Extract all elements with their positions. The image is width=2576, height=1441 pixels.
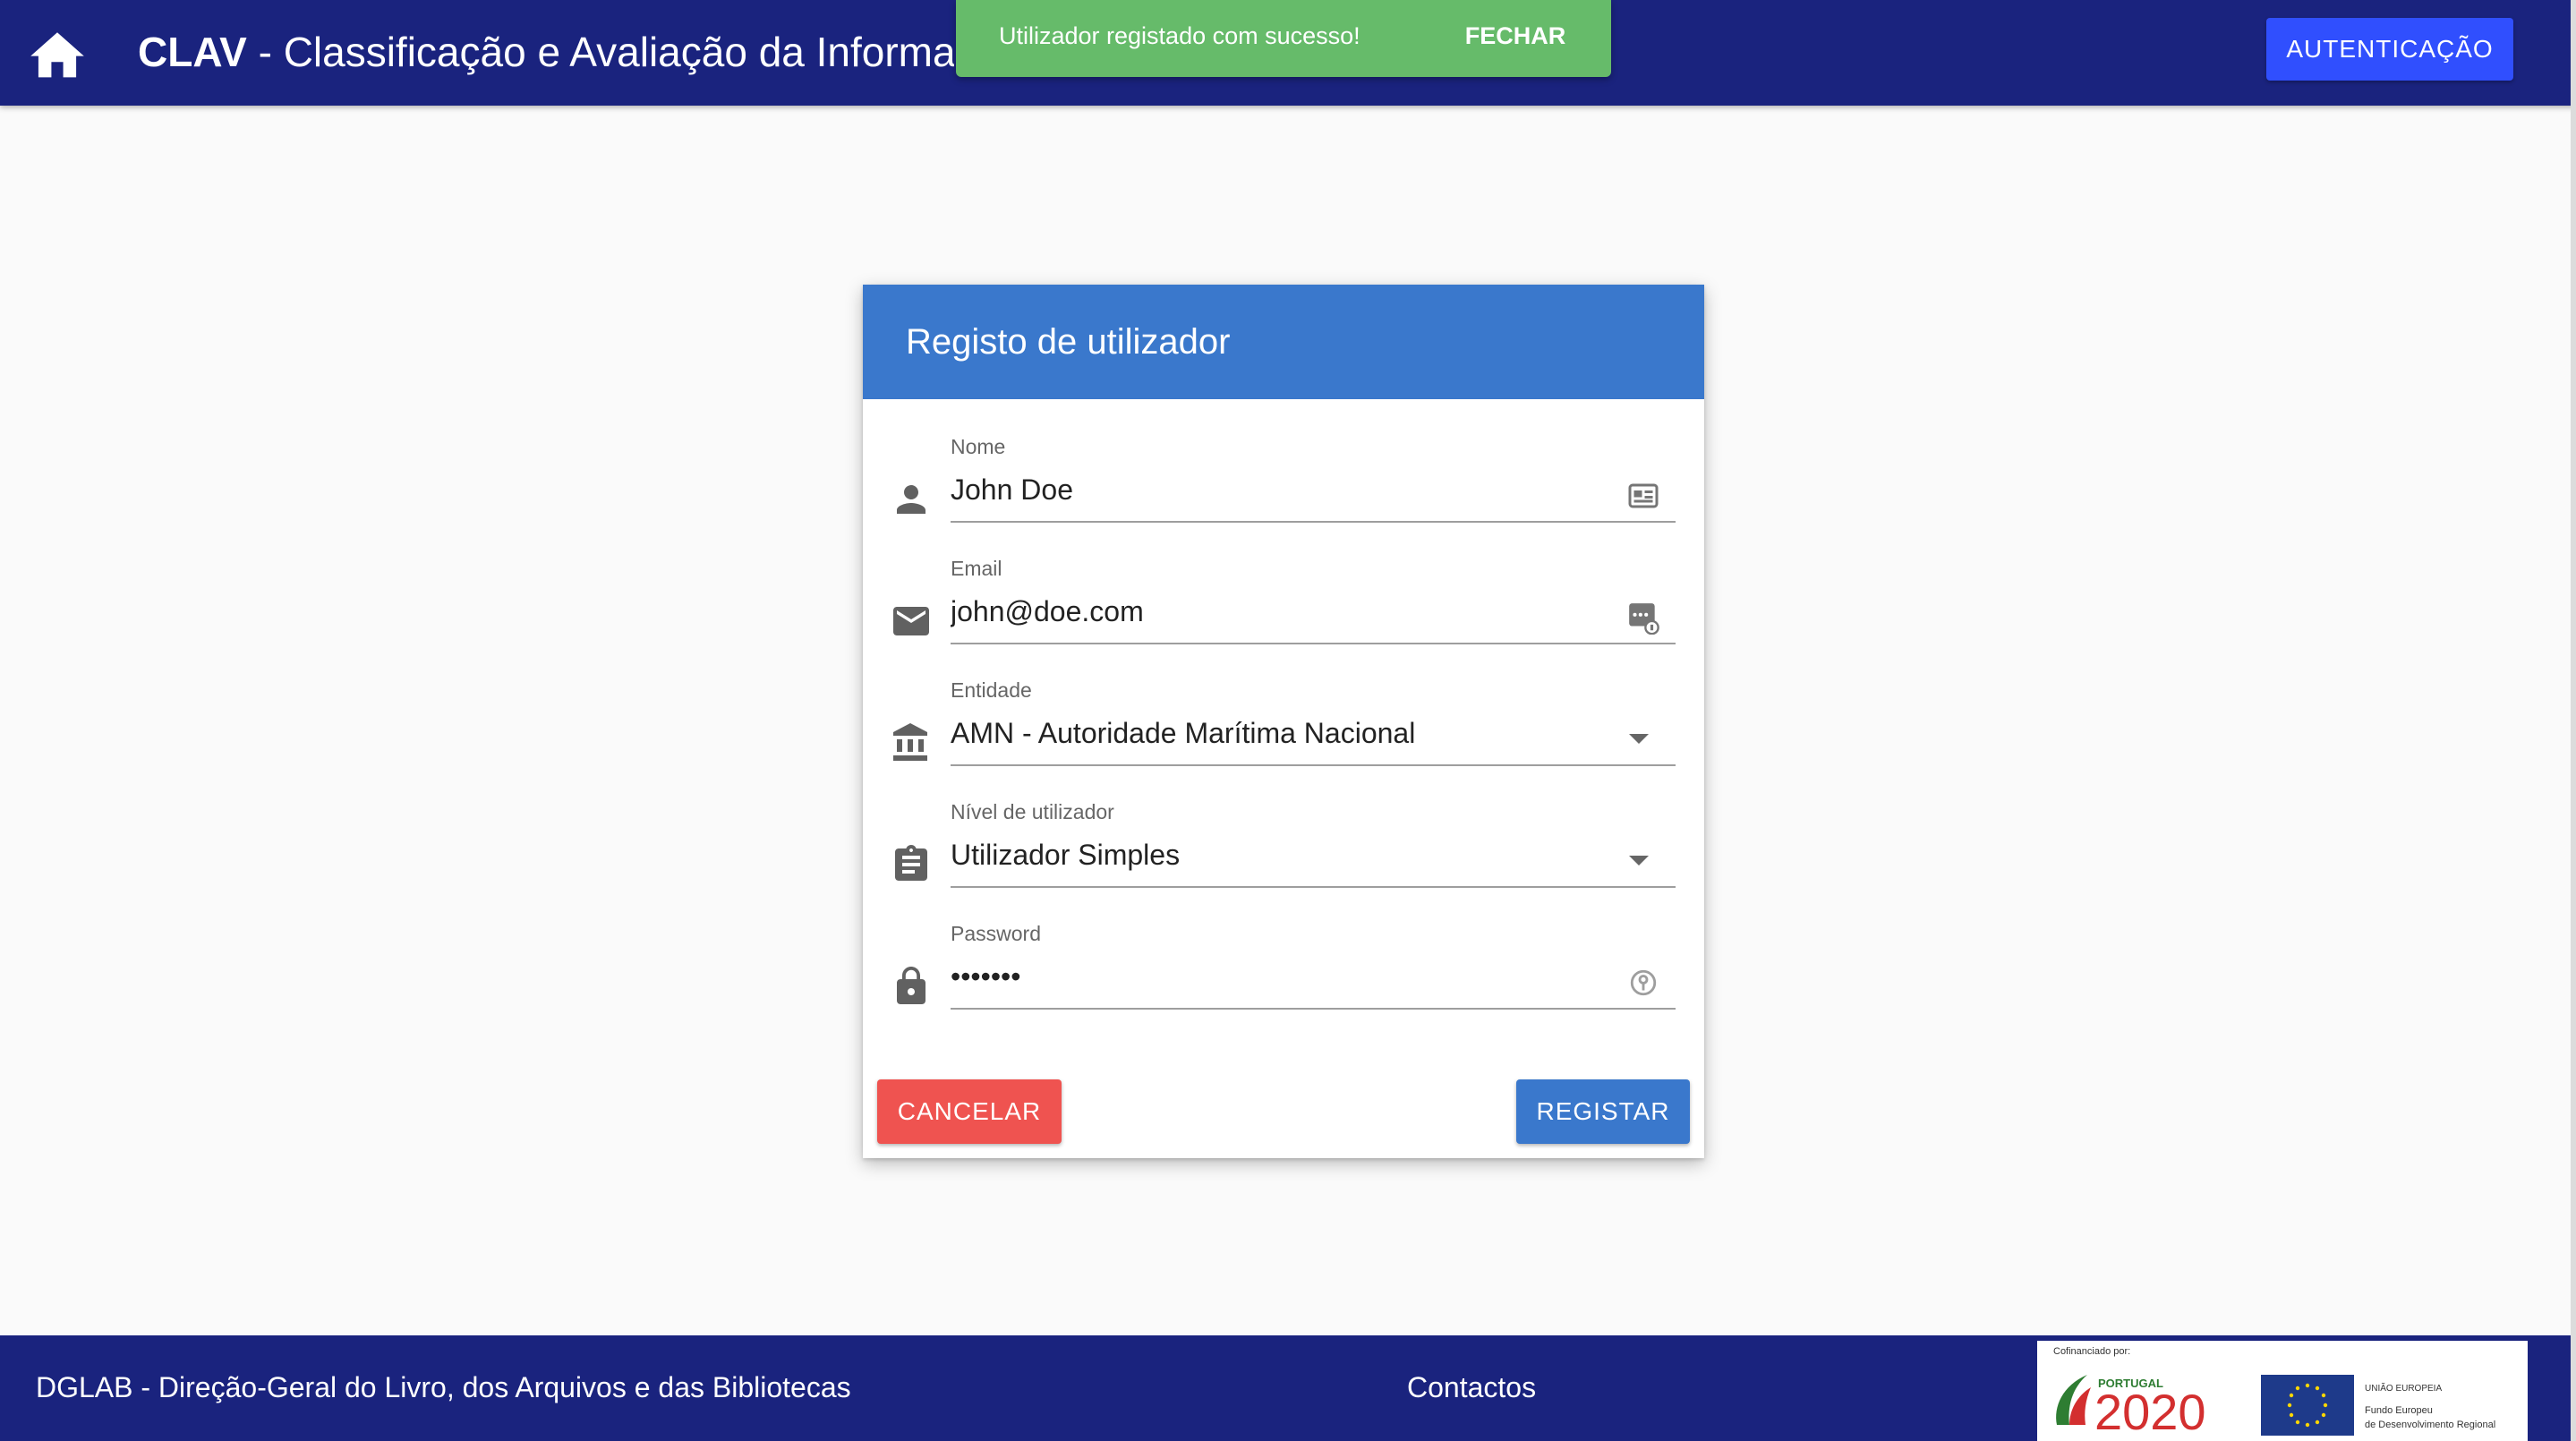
contact-card-icon <box>1628 483 1659 508</box>
password-input[interactable] <box>951 954 1613 999</box>
fund-line1: Fundo Europeu <box>2365 1405 2433 1416</box>
fund-line2: de Desenvolvimento Regional <box>2365 1420 2496 1430</box>
name-label: Nome <box>951 435 1006 458</box>
home-icon <box>30 32 84 78</box>
scrollbar[interactable] <box>2571 0 2576 1441</box>
lock-icon <box>897 967 925 1004</box>
contact-card-button[interactable] <box>1625 478 1661 514</box>
cancel-button[interactable]: CANCELAR <box>877 1079 1062 1144</box>
entity-field[interactable]: Entidade <box>863 675 1704 782</box>
registration-card: Registo de utilizador Nome Email <box>863 285 1704 1158</box>
person-icon <box>897 485 925 514</box>
clipboard-icon <box>895 845 927 881</box>
name-input[interactable] <box>951 467 1613 512</box>
key-icon <box>1630 969 1657 996</box>
entity-underline <box>951 764 1676 766</box>
user-level-field[interactable]: Nível de utilizador <box>863 797 1704 904</box>
bank-icon <box>893 723 927 761</box>
password-label: Password <box>951 922 1041 945</box>
entity-select[interactable] <box>951 711 1613 755</box>
app-title-rest: - Classificação e Avaliação da Informaçã… <box>258 29 954 75</box>
mail-icon <box>893 607 929 635</box>
cofinanced-label: Cofinanciado por: <box>2053 1346 2131 1357</box>
year-2020-label: 2020 <box>2094 1384 2206 1440</box>
email-input[interactable] <box>951 589 1613 634</box>
card-title: Registo de utilizador <box>906 322 1231 362</box>
email-label: Email <box>951 557 1002 580</box>
sponsor-logos: Cofinanciado por: PORTUGAL 2020 UNIÃO EU… <box>2037 1341 2528 1441</box>
chevron-down-icon[interactable] <box>1629 734 1649 744</box>
user-level-select[interactable] <box>951 832 1613 877</box>
snackbar-close-button[interactable]: FECHAR <box>1439 9 1591 63</box>
name-field: Nome <box>863 431 1704 539</box>
password-underline <box>951 1008 1676 1010</box>
footer: DGLAB - Direção-Geral do Livro, dos Arqu… <box>0 1335 2576 1441</box>
success-snackbar: Utilizador registado com sucesso! FECHAR <box>956 0 1611 77</box>
name-underline <box>951 521 1676 523</box>
user-level-label: Nível de utilizador <box>951 800 1114 823</box>
password-field: Password <box>863 918 1704 1026</box>
email-field: Email <box>863 553 1704 661</box>
user-level-underline <box>951 886 1676 888</box>
chevron-down-icon[interactable] <box>1629 856 1649 865</box>
portugal-2020-logo <box>2056 1375 2091 1425</box>
footer-org-text: DGLAB - Direção-Geral do Livro, dos Arqu… <box>36 1371 851 1403</box>
card-header: Registo de utilizador <box>863 285 1704 399</box>
home-button[interactable] <box>23 20 91 88</box>
password-autofill-icon <box>1629 603 1659 635</box>
snackbar-message: Utilizador registado com sucesso! <box>999 22 1361 49</box>
footer-contacts-link[interactable]: Contactos <box>1407 1371 1536 1404</box>
app-title: CLAV - Classificação e Avaliação da Info… <box>138 23 954 81</box>
email-underline <box>951 643 1676 644</box>
password-autofill-button[interactable] <box>1625 600 1661 635</box>
login-button[interactable]: AUTENTICAÇÃO <box>2266 18 2513 81</box>
entity-label: Entidade <box>951 678 1032 702</box>
app-title-bold: CLAV <box>138 29 247 75</box>
key-button[interactable] <box>1625 965 1661 1001</box>
register-button[interactable]: REGISTAR <box>1516 1079 1690 1144</box>
eu-flag-icon <box>2261 1375 2354 1436</box>
eu-title: UNIÃO EUROPEIA <box>2365 1384 2443 1394</box>
